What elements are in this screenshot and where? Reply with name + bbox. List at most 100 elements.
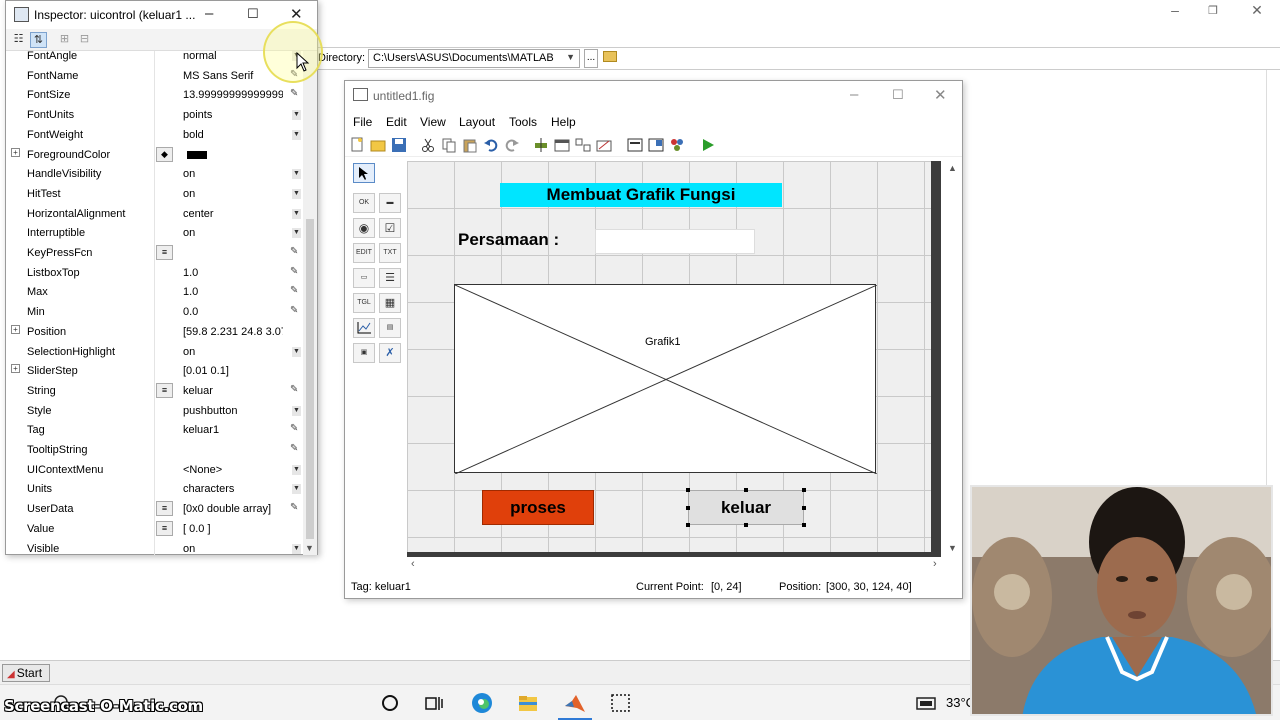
scroll-down-icon[interactable]: ▼	[948, 543, 957, 553]
menu-view[interactable]: View	[420, 115, 446, 129]
maximize-icon[interactable]: ☐	[892, 87, 904, 103]
dropdown-arrow-icon[interactable]: ▼	[292, 208, 301, 219]
selection-handle[interactable]	[802, 523, 806, 527]
menu-tools[interactable]: Tools	[509, 115, 537, 129]
scroll-down-icon[interactable]: ▼	[305, 543, 314, 553]
close-icon[interactable]: ✕	[1242, 2, 1272, 19]
toggle-button-tool-icon[interactable]: TGL	[353, 293, 375, 313]
close-icon[interactable]: ✕	[934, 86, 947, 104]
directory-combo[interactable]: C:\Users\ASUS\Documents\MATLAB ▼	[368, 49, 580, 68]
dropdown-arrow-icon[interactable]: ▼	[292, 464, 301, 475]
edge-browser-icon[interactable]	[471, 692, 493, 714]
matlab-taskbar-icon[interactable]	[563, 692, 585, 714]
redo-icon[interactable]	[504, 137, 520, 153]
expand-icon[interactable]: +	[11, 364, 20, 374]
checkbox-tool-icon[interactable]: ☑	[379, 218, 401, 238]
tab-order-editor-icon[interactable]	[575, 137, 591, 153]
activex-control-tool-icon[interactable]: ✗	[379, 343, 401, 363]
slider-tool-icon[interactable]: ▬	[379, 193, 401, 213]
layout-vertical-scrollbar[interactable]: ▲ ▼	[945, 161, 960, 557]
axes-tool-icon[interactable]	[353, 318, 375, 338]
property-value[interactable]: center	[183, 208, 283, 220]
property-inspector-icon[interactable]	[648, 137, 664, 153]
align-objects-icon[interactable]	[533, 137, 549, 153]
battery-status-icon[interactable]	[915, 693, 937, 715]
minimize-icon[interactable]: –	[850, 86, 858, 103]
push-button-tool-icon[interactable]: OK	[353, 193, 375, 213]
new-file-icon[interactable]	[349, 137, 365, 153]
property-editor-icon[interactable]: ≡	[156, 520, 173, 536]
selection-handle[interactable]	[686, 488, 690, 492]
dropdown-arrow-icon[interactable]: ▼	[292, 228, 301, 239]
restore-icon[interactable]: ❐	[1198, 4, 1228, 17]
property-value[interactable]: 0.0	[183, 306, 283, 318]
dropdown-arrow-icon[interactable]: ▼	[292, 405, 301, 416]
expand-all-icon[interactable]: ⊞	[56, 32, 73, 48]
file-explorer-icon[interactable]	[517, 692, 539, 714]
property-value[interactable]: pushbutton	[183, 405, 283, 417]
push-button-proses[interactable]: proses	[482, 490, 594, 525]
push-button-keluar[interactable]: keluar	[688, 490, 804, 525]
collapse-all-icon[interactable]: ⊟	[76, 32, 93, 48]
selection-handle[interactable]	[802, 506, 806, 510]
pencil-icon[interactable]: ✎	[290, 88, 298, 99]
property-value[interactable]: on	[183, 346, 283, 358]
menu-edit[interactable]: Edit	[386, 115, 407, 129]
property-value[interactable]: points	[183, 109, 283, 121]
pencil-icon[interactable]: ✎	[290, 443, 298, 454]
scroll-right-icon[interactable]: ›	[933, 558, 937, 570]
property-value[interactable]: [0x0 double array]	[183, 503, 283, 515]
expand-icon[interactable]: +	[11, 324, 20, 334]
radio-button-tool-icon[interactable]: ◉	[353, 218, 375, 238]
layout-canvas[interactable]: Membuat Grafik Fungsi Persamaan : Grafik…	[407, 161, 932, 554]
inspector-title-bar[interactable]: Inspector: uicontrol (keluar1 ... – ☐ ✕	[6, 1, 317, 29]
dropdown-arrow-icon[interactable]: ▼	[292, 188, 301, 199]
pencil-icon[interactable]: ✎	[290, 305, 298, 316]
property-value[interactable]: on	[183, 543, 283, 555]
pencil-icon[interactable]: ✎	[290, 384, 298, 395]
maximize-icon[interactable]: ☐	[247, 6, 259, 22]
property-value[interactable]: [ 0.0 ]	[183, 523, 283, 535]
property-value[interactable]: <None>	[183, 464, 283, 476]
dropdown-arrow-icon[interactable]: ▼	[292, 110, 301, 121]
selection-handle[interactable]	[686, 523, 690, 527]
pencil-icon[interactable]: ✎	[290, 423, 298, 434]
static-text-tool-icon[interactable]: TXT	[379, 243, 401, 263]
property-editor-icon[interactable]: ≡	[156, 382, 173, 398]
figure-resize-border[interactable]	[931, 161, 941, 557]
property-value[interactable]: bold	[183, 129, 283, 141]
toolbar-editor-icon[interactable]	[596, 137, 612, 153]
button-group-tool-icon[interactable]: ▣	[353, 343, 375, 363]
expand-icon[interactable]: +	[11, 147, 20, 157]
snipping-tool-icon[interactable]	[609, 692, 631, 714]
select-tool-icon[interactable]	[353, 163, 375, 183]
selection-handle[interactable]	[802, 488, 806, 492]
property-value[interactable]: 13.999999999999998	[183, 89, 283, 101]
property-value[interactable]: keluar1	[183, 424, 283, 436]
paint-bucket-icon[interactable]: ◆	[156, 146, 173, 162]
guide-title-bar[interactable]: untitled1.fig – ☐ ✕	[345, 81, 962, 109]
minimize-icon[interactable]: –	[1160, 2, 1190, 18]
browse-button[interactable]: ...	[584, 49, 598, 68]
editor-icon[interactable]	[627, 137, 643, 153]
selection-handle[interactable]	[744, 488, 748, 492]
cortana-icon[interactable]	[379, 692, 401, 714]
static-text-title[interactable]: Membuat Grafik Fungsi	[500, 183, 782, 207]
scroll-left-icon[interactable]: ‹	[411, 558, 415, 570]
menu-file[interactable]: File	[353, 115, 372, 129]
inspector-scroll-thumb[interactable]	[306, 219, 314, 539]
property-value[interactable]: [59.8 2.231 24.8 3.077]	[183, 326, 283, 338]
column-divider[interactable]	[154, 51, 155, 555]
pencil-icon[interactable]: ✎	[290, 246, 298, 257]
dropdown-arrow-icon[interactable]: ▼	[292, 169, 301, 180]
color-swatch[interactable]	[187, 150, 207, 159]
property-value[interactable]: keluar	[183, 385, 283, 397]
menu-layout[interactable]: Layout	[459, 115, 495, 129]
property-value[interactable]: on	[183, 188, 283, 200]
property-editor-icon[interactable]: ≡	[156, 501, 173, 517]
run-figure-icon[interactable]	[700, 137, 716, 153]
selection-handle[interactable]	[686, 506, 690, 510]
start-button[interactable]: ◢ Start	[2, 664, 50, 682]
dropdown-arrow-icon[interactable]: ▼	[292, 129, 301, 140]
pencil-icon[interactable]: ✎	[290, 266, 298, 277]
